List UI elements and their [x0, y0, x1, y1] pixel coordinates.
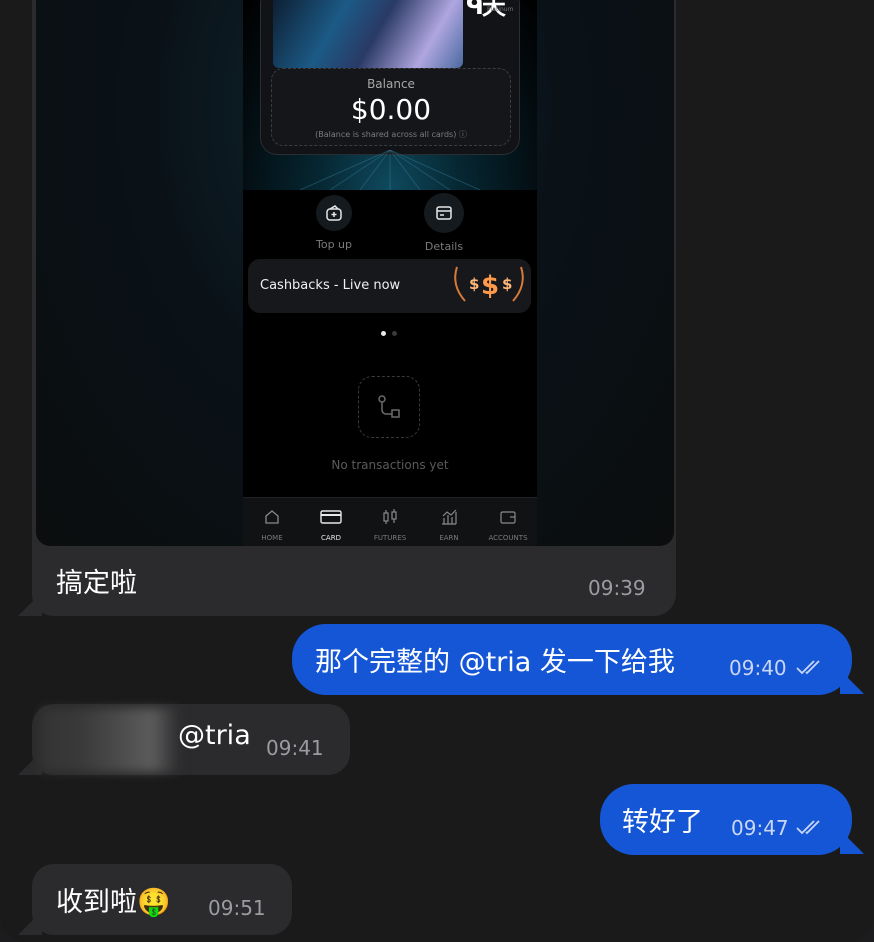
- message-text: 那个完整的 @tria 发一下给我: [315, 647, 675, 678]
- nav-accounts[interactable]: ACCOUNTS: [479, 508, 537, 542]
- phone-screen: ᑫ天 Platinum Balance $0.00 (Balance is sh…: [243, 0, 537, 546]
- wallet-icon: [500, 511, 516, 524]
- message-time: 09:41: [266, 736, 324, 760]
- message-text: 搞定啦: [56, 568, 137, 599]
- wallet-plus-icon: [316, 195, 352, 231]
- shared-screenshot[interactable]: ᑫ天 Platinum Balance $0.00 (Balance is sh…: [36, 0, 674, 546]
- card-header-area: ᑫ天 Platinum Balance $0.00 (Balance is sh…: [243, 0, 537, 190]
- light-rays: [299, 150, 481, 190]
- details-label: Details: [424, 240, 464, 253]
- read-checkmarks-icon: [796, 820, 820, 835]
- candles-icon: [383, 509, 397, 524]
- card-stack: ᑫ天 Platinum Balance $0.00 (Balance is sh…: [261, 0, 519, 154]
- card-icon: [320, 510, 342, 524]
- message-time: 09:40: [729, 656, 787, 680]
- read-checkmarks-icon: [796, 660, 820, 675]
- nav-home[interactable]: HOME: [243, 508, 301, 542]
- nav-card-label: CARD: [321, 534, 341, 542]
- bubble-tail: [840, 670, 864, 694]
- empty-transactions-icon: [358, 376, 420, 438]
- nav-card[interactable]: CARD: [302, 508, 360, 542]
- chart-icon: [442, 509, 457, 525]
- message-time: 09:51: [208, 896, 266, 920]
- bubble-tail: [840, 830, 864, 854]
- message-text: 收到啦🤑: [56, 887, 171, 918]
- card-details-icon: [424, 193, 464, 233]
- home-icon: [265, 510, 279, 524]
- card-tier: Platinum: [487, 6, 514, 13]
- dollar-coins-icon: $ $ $: [454, 266, 524, 302]
- top-up-label: Top up: [315, 238, 352, 251]
- nav-accounts-label: ACCOUNTS: [488, 534, 528, 542]
- nav-futures-label: FUTURES: [373, 534, 407, 542]
- page-dot-active: [381, 331, 386, 336]
- nav-futures[interactable]: FUTURES: [361, 508, 419, 542]
- empty-transactions-text: No transactions yet: [331, 458, 449, 472]
- message-text: @tria: [178, 720, 251, 751]
- top-up-button[interactable]: Top up: [304, 195, 364, 251]
- bottom-nav: HOME CARD FUTURES EARN ACCOUNTS: [243, 497, 537, 546]
- svg-text:$: $: [481, 271, 499, 301]
- page-indicator: [381, 321, 403, 340]
- page-dot: [392, 331, 397, 336]
- chat-view: ᑫ天 Platinum Balance $0.00 (Balance is sh…: [0, 0, 874, 942]
- nav-earn-label: EARN: [439, 534, 459, 542]
- redacted-text: [40, 708, 180, 772]
- svg-text:$: $: [469, 275, 479, 293]
- svg-text:$: $: [502, 275, 512, 293]
- balance-value: $0.00: [350, 93, 432, 126]
- nav-earn[interactable]: EARN: [420, 508, 478, 542]
- balance-panel: Balance $0.00 (Balance is shared across …: [271, 68, 511, 146]
- cashback-text: Cashbacks - Live now: [260, 278, 401, 293]
- message-time: 09:47: [731, 816, 789, 840]
- message-time: 09:39: [588, 576, 646, 600]
- details-button[interactable]: Details: [414, 193, 474, 253]
- nav-home-label: HOME: [261, 534, 283, 542]
- card-artwork: [273, 0, 463, 68]
- balance-label: Balance: [367, 77, 415, 91]
- message-text: 转好了: [622, 807, 703, 838]
- balance-note: (Balance is shared across all cards) ⓘ: [315, 130, 467, 139]
- cashback-banner[interactable]: Cashbacks - Live now $ $ $: [248, 259, 531, 313]
